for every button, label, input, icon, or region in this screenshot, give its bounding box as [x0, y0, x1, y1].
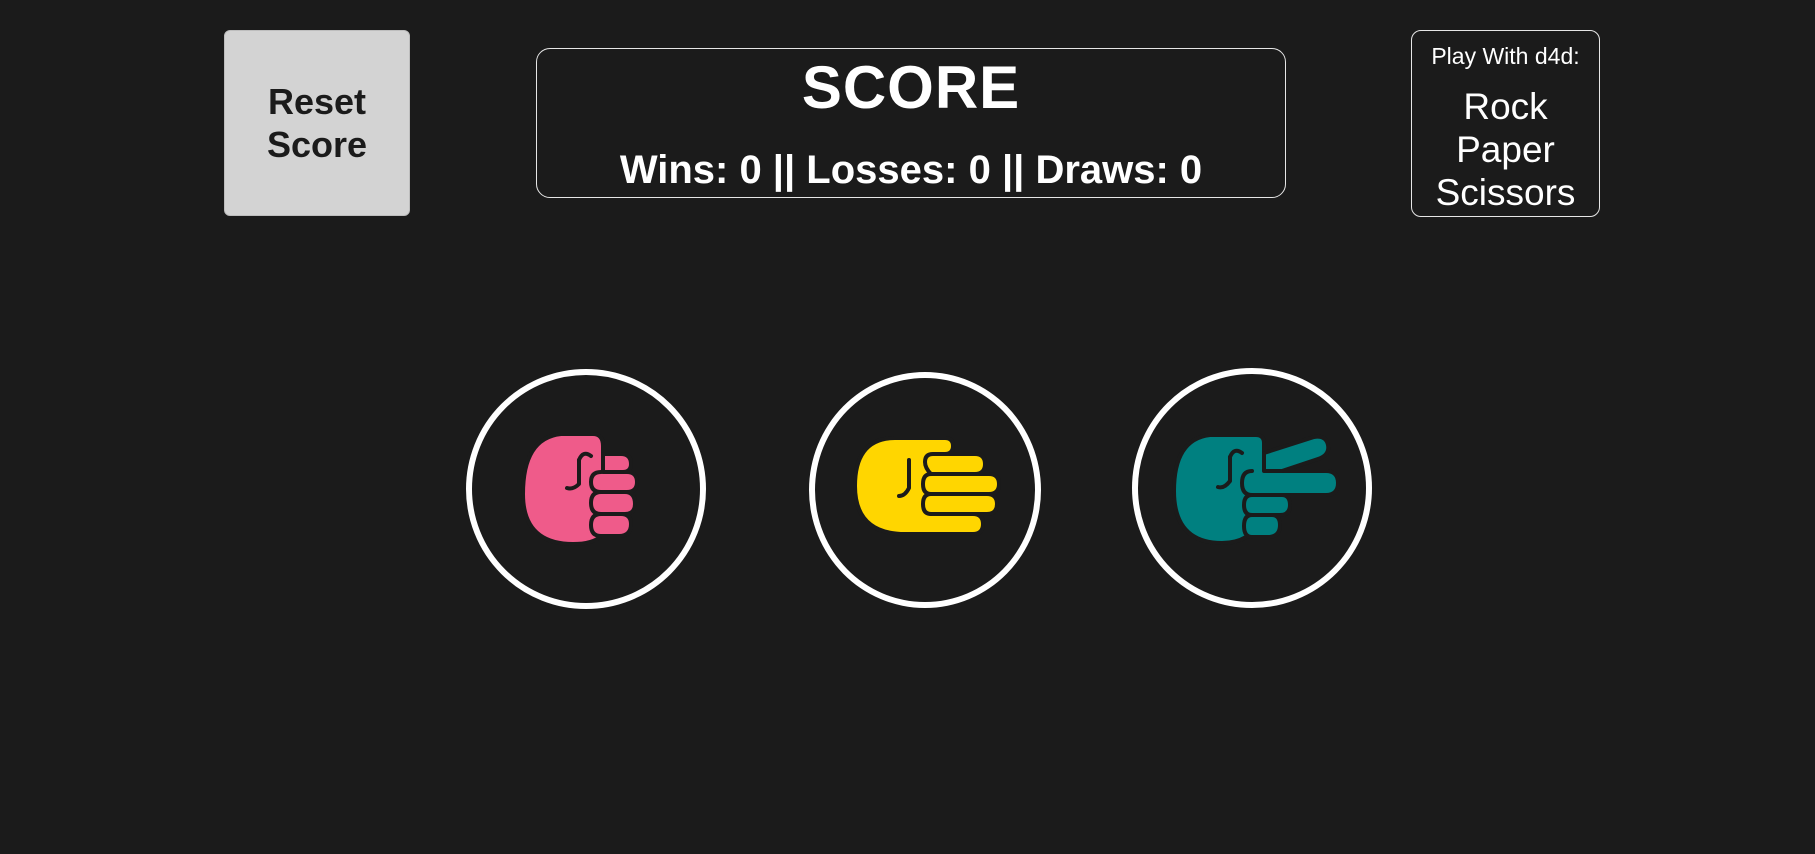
score-panel: SCORE Wins: 0 || Losses: 0 || Draws: 0: [536, 48, 1286, 198]
play-with-label: Play With d4d:: [1431, 43, 1580, 69]
scissors-choice-button[interactable]: [1132, 368, 1372, 608]
scissors-hand-icon: [1172, 433, 1340, 545]
reset-label-line1: Reset: [267, 81, 367, 122]
game-name: Rock Paper Scissors: [1412, 85, 1599, 214]
reset-label-line2: Score: [266, 124, 368, 165]
game-name-line2: Paper: [1456, 129, 1555, 170]
reset-score-button[interactable]: Reset Score: [224, 30, 410, 216]
rock-fist-icon: [521, 432, 639, 546]
game-name-line1: Rock: [1463, 86, 1548, 127]
rock-choice-button[interactable]: [466, 369, 706, 609]
paper-hand-icon: [853, 436, 1001, 536]
game-name-line3: Scissors: [1435, 172, 1576, 213]
score-summary: Wins: 0 || Losses: 0 || Draws: 0: [619, 148, 1203, 192]
game-info-box: Play With d4d: Rock Paper Scissors: [1411, 30, 1600, 217]
paper-choice-button[interactable]: [809, 372, 1041, 608]
score-title: SCORE: [801, 54, 1021, 121]
